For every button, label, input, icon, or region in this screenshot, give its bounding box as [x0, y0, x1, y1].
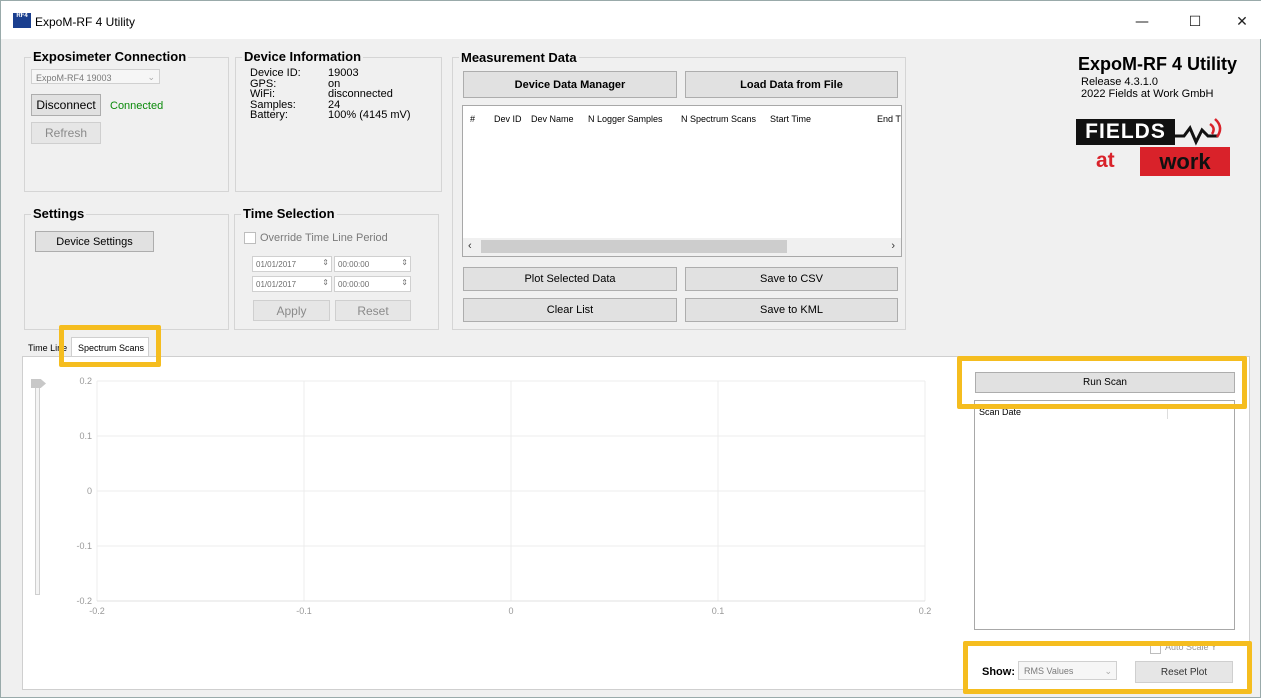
y-tick-label: -0.2: [76, 596, 92, 606]
highlight-spectrum-tab: [59, 325, 161, 367]
scan-date-list[interactable]: Scan Date: [974, 400, 1235, 630]
highlight-show-controls: [963, 641, 1252, 694]
x-tick-label: 0.2: [919, 606, 932, 616]
y-tick-label: 0.2: [79, 376, 92, 386]
chart-grid: [96, 380, 926, 602]
y-tick-label: -0.1: [76, 541, 92, 551]
y-tick-label: 0.1: [79, 431, 92, 441]
x-tick-label: -0.2: [89, 606, 105, 616]
y-tick-label: 0: [87, 486, 92, 496]
y-tick-labels: 0.2 0.1 0 -0.1 -0.2: [76, 376, 92, 606]
highlight-run-scan: [957, 356, 1247, 409]
x-tick-label: 0: [508, 606, 513, 616]
x-tick-label: -0.1: [296, 606, 312, 616]
app-window: RF4 ExpoM-RF 4 Utility — ☐ ✕ Exposimeter…: [0, 0, 1261, 698]
x-tick-label: 0.1: [712, 606, 725, 616]
x-tick-labels: -0.2 -0.1 0 0.1 0.2: [89, 606, 931, 616]
